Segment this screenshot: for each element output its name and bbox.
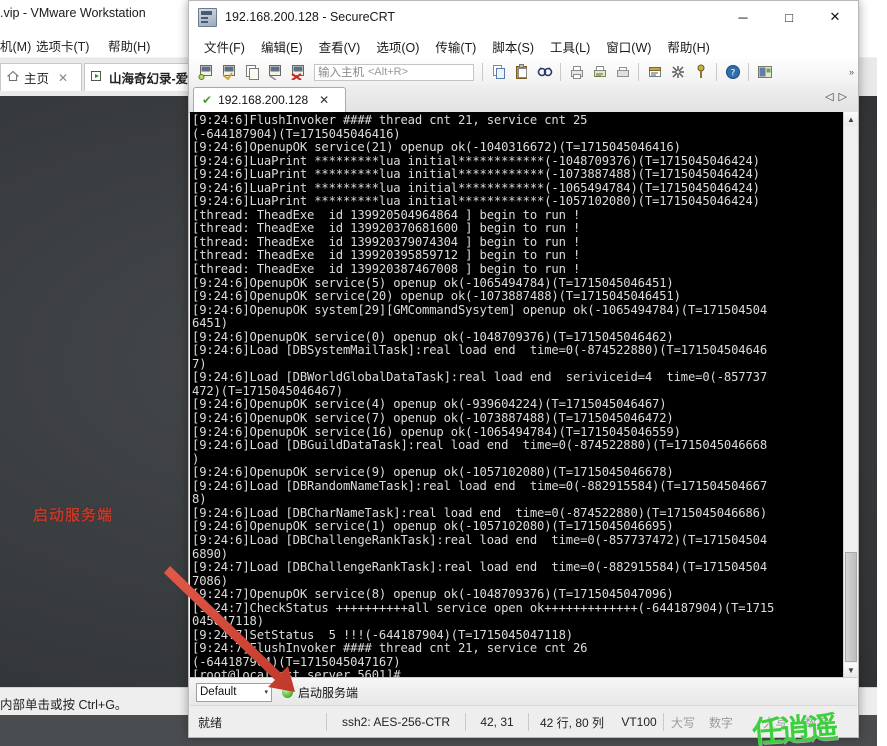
- menu-window[interactable]: 窗口(W): [598, 34, 659, 59]
- print-screen-icon[interactable]: [612, 62, 633, 83]
- new-session-icon[interactable]: [196, 62, 217, 83]
- scrollbar-thumb[interactable]: [845, 552, 857, 662]
- session-tab-192-168-200-128[interactable]: ✔ 192.168.200.128 ✕: [193, 87, 346, 112]
- securecrt-window: 192.168.200.128 - SecureCRT ─ □ ✕ 文件(F) …: [188, 0, 859, 738]
- home-icon: [6, 70, 20, 85]
- vmware-menu-tabs[interactable]: 选项卡(T): [36, 36, 89, 55]
- menu-view[interactable]: 查看(V): [311, 34, 369, 59]
- start-server-button-label: 启动服务端: [298, 685, 359, 700]
- key-icon[interactable]: [690, 62, 711, 83]
- status-caps-indicator: 大写: [670, 715, 695, 730]
- vmware-right-edge: [877, 0, 887, 746]
- log-session-icon[interactable]: [589, 62, 610, 83]
- menu-file[interactable]: 文件(F): [196, 34, 253, 59]
- securecrt-titlebar[interactable]: 192.168.200.128 - SecureCRT ─ □ ✕: [189, 1, 858, 33]
- vmware-menu-machine[interactable]: 机(M): [0, 36, 31, 55]
- toolbar-separator: [482, 63, 483, 81]
- svg-text:?: ?: [730, 69, 735, 79]
- toolbar-overflow-icon[interactable]: »: [849, 67, 854, 77]
- toolbar-separator-4: [716, 63, 717, 81]
- status-emulation: VT100: [621, 715, 657, 729]
- session-tab-label: 192.168.200.128: [218, 93, 309, 107]
- vmware-window-title: .vip - VMware Workstation: [0, 6, 146, 20]
- scroll-down-icon[interactable]: ▼: [844, 663, 858, 677]
- toolbar-separator-2: [560, 63, 561, 81]
- terminal-area: [9:24:6]FlushInvoker #### thread cnt 21,…: [190, 112, 858, 677]
- vmware-tab-home[interactable]: 主页 ✕: [0, 63, 82, 91]
- session-tab-close-icon[interactable]: ✕: [319, 93, 329, 107]
- chevron-down-icon: ▾: [264, 689, 268, 696]
- paste-icon[interactable]: [511, 62, 532, 83]
- tab-nav-prev-icon[interactable]: ◁: [825, 91, 838, 103]
- scroll-up-icon[interactable]: ▲: [844, 112, 858, 126]
- status-num-indicator: 数字: [708, 715, 733, 730]
- window-controls: ─ □ ✕: [720, 1, 858, 33]
- close-icon[interactable]: ✕: [812, 1, 858, 33]
- clone-session-icon[interactable]: [242, 62, 263, 83]
- vm-play-icon: [91, 70, 104, 85]
- maximize-icon[interactable]: □: [766, 1, 812, 33]
- tab-nav-arrows[interactable]: ◁▷: [825, 90, 852, 103]
- menu-edit[interactable]: 编辑(E): [253, 34, 311, 59]
- connect-sftp-icon[interactable]: [265, 62, 286, 83]
- start-server-button[interactable]: 启动服务端: [282, 684, 358, 701]
- vmware-status-hint: 内部单击或按 Ctrl+G。: [0, 698, 128, 712]
- securecrt-tabstrip: ✔ 192.168.200.128 ✕ ◁▷: [189, 85, 858, 113]
- tab-nav-next-icon[interactable]: ▷: [839, 91, 852, 103]
- copy-icon[interactable]: [488, 62, 509, 83]
- connect-session-icon[interactable]: [219, 62, 240, 83]
- securecrt-toolbar: 输入主机 <Alt+R> ? »: [189, 59, 858, 86]
- status-dimensions: 42 行, 80 列: [539, 715, 605, 730]
- status-cursor-position: 42, 31: [480, 715, 514, 729]
- watermark-logo: 任逍遥: [751, 711, 838, 746]
- global-options-icon[interactable]: [667, 62, 688, 83]
- session-button-bar: Default ▾ 启动服务端: [190, 677, 857, 706]
- menu-tools[interactable]: 工具(L): [542, 34, 598, 59]
- disconnect-icon[interactable]: [288, 62, 309, 83]
- status-protocol: ssh2: AES-256-CTR: [341, 715, 451, 729]
- vm-annotation-start-server-label: 启动服务端: [33, 507, 114, 524]
- vmware-tab-home-label: 主页: [24, 72, 50, 86]
- terminal-scrollbar[interactable]: ▲ ▼: [843, 112, 858, 677]
- menu-transfer[interactable]: 传输(T): [427, 34, 484, 59]
- screenshot-root: .vip - VMware Workstation 机(M) 选项卡(T) 帮助…: [0, 0, 887, 746]
- host-input-shortcut-hint: <Alt+R>: [368, 66, 409, 78]
- session-manager-icon[interactable]: [754, 62, 775, 83]
- host-input-placeholder: 输入主机: [318, 67, 364, 79]
- securecrt-window-title: 192.168.200.128 - SecureCRT: [225, 10, 396, 24]
- minimize-icon[interactable]: ─: [720, 1, 766, 33]
- terminal-output[interactable]: [9:24:6]FlushInvoker #### thread cnt 21,…: [190, 112, 843, 677]
- button-bar-profile-select[interactable]: Default ▾: [196, 682, 272, 702]
- green-status-dot: [282, 686, 293, 698]
- menu-options[interactable]: 选项(O): [368, 34, 427, 59]
- find-icon[interactable]: [534, 62, 555, 83]
- toolbar-separator-3: [638, 63, 639, 81]
- connected-check-icon: ✔: [202, 93, 213, 107]
- vmware-tab-vm-label: 山海奇幻录-爱: [109, 72, 189, 86]
- menu-script[interactable]: 脚本(S): [484, 34, 542, 59]
- help-icon[interactable]: ?: [722, 62, 743, 83]
- securecrt-menubar: 文件(F) 编辑(E) 查看(V) 选项(O) 传输(T) 脚本(S) 工具(L…: [189, 33, 858, 60]
- securecrt-app-icon: [198, 7, 217, 27]
- menu-help[interactable]: 帮助(H): [659, 34, 717, 59]
- button-bar-profile-value: Default: [200, 686, 237, 698]
- vmware-tab-home-close-icon[interactable]: ✕: [58, 71, 68, 85]
- toolbar-separator-5: [748, 63, 749, 81]
- status-ready: 就绪: [198, 715, 223, 730]
- print-icon[interactable]: [566, 62, 587, 83]
- vmware-menu-help[interactable]: 帮助(H): [108, 36, 150, 55]
- session-options-icon[interactable]: [644, 62, 665, 83]
- host-input[interactable]: 输入主机 <Alt+R>: [314, 63, 474, 81]
